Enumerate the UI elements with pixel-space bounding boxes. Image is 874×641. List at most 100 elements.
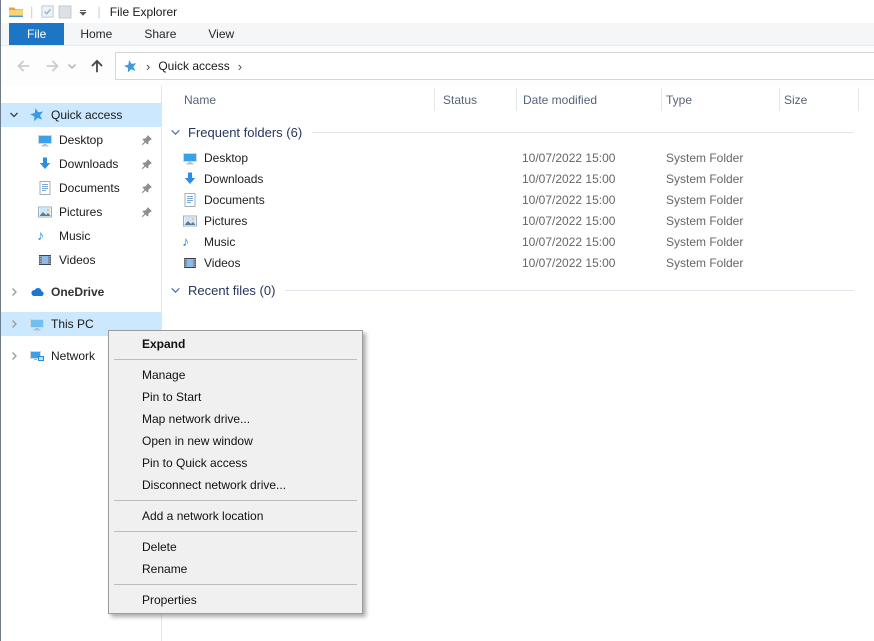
- breadcrumb-separator-icon[interactable]: ›: [238, 59, 242, 74]
- chevron-right-icon[interactable]: [9, 319, 19, 329]
- sidebar-item-quick-access[interactable]: Quick access: [1, 103, 161, 127]
- file-date-modified: 10/07/2022 15:00: [522, 214, 615, 228]
- menu-separator: [114, 500, 357, 501]
- menu-separator: [114, 584, 357, 585]
- menu-item-expand[interactable]: Expand: [109, 333, 362, 355]
- navigation-toolbar: › Quick access ›: [1, 46, 874, 86]
- desktop-icon: [182, 150, 198, 166]
- sidebar-item-videos[interactable]: Videos: [1, 248, 161, 272]
- sidebar-item-label: Quick access: [51, 108, 122, 122]
- file-name: Downloads: [204, 172, 263, 186]
- videos-icon: [182, 255, 198, 271]
- group-header-recent-files[interactable]: Recent files (0): [170, 280, 870, 300]
- file-row-desktop[interactable]: Desktop 10/07/2022 15:00 System Folder: [162, 148, 874, 169]
- up-arrow-icon[interactable]: [87, 56, 107, 76]
- pin-icon: [141, 134, 153, 149]
- pin-icon: [141, 182, 153, 197]
- file-type: System Folder: [666, 151, 743, 165]
- sidebar-item-music[interactable]: ♪ Music: [1, 224, 161, 248]
- sidebar-item-onedrive[interactable]: OneDrive: [1, 280, 161, 304]
- tab-file[interactable]: File: [9, 23, 64, 45]
- documents-icon: [37, 180, 53, 196]
- chevron-right-icon[interactable]: [9, 351, 19, 361]
- file-row-videos[interactable]: Videos 10/07/2022 15:00 System Folder: [162, 253, 874, 274]
- pin-icon: [141, 158, 153, 173]
- menu-item-pin-to-start[interactable]: Pin to Start: [109, 386, 362, 408]
- column-separator[interactable]: [779, 88, 780, 111]
- sidebar-item-label: Network: [51, 349, 95, 363]
- file-name: Desktop: [204, 151, 248, 165]
- column-header-date-modified[interactable]: Date modified: [523, 86, 597, 113]
- ribbon-tabs: File Home Share View: [1, 23, 874, 46]
- sidebar-item-downloads[interactable]: Downloads: [1, 152, 161, 176]
- menu-item-pin-to-quick-access[interactable]: Pin to Quick access: [109, 452, 362, 474]
- chevron-down-icon[interactable]: [170, 127, 181, 138]
- file-date-modified: 10/07/2022 15:00: [522, 256, 615, 270]
- column-header-status[interactable]: Status: [443, 86, 477, 113]
- group-count: (6): [286, 125, 302, 140]
- recent-dropdown-icon[interactable]: [65, 56, 79, 76]
- group-header-frequent-folders[interactable]: Frequent folders (6): [170, 122, 870, 142]
- sidebar-item-label: OneDrive: [51, 285, 104, 299]
- column-separator[interactable]: [516, 88, 517, 111]
- column-header-name[interactable]: Name: [184, 86, 216, 113]
- videos-icon: [37, 252, 53, 268]
- group-label: Recent files: [188, 283, 256, 298]
- sidebar-item-label: Music: [59, 229, 90, 243]
- tab-home[interactable]: Home: [64, 23, 128, 45]
- column-separator[interactable]: [661, 88, 662, 111]
- sidebar-item-label: Videos: [59, 253, 95, 267]
- qat-separator: |: [97, 4, 100, 19]
- file-row-music[interactable]: ♪ Music 10/07/2022 15:00 System Folder: [162, 232, 874, 253]
- network-icon: [29, 348, 45, 364]
- group-label: Frequent folders: [188, 125, 283, 140]
- breadcrumb-location[interactable]: Quick access: [158, 59, 229, 73]
- music-icon: ♪: [182, 234, 198, 250]
- tab-share[interactable]: Share: [128, 23, 192, 45]
- sidebar-item-documents[interactable]: Documents: [1, 176, 161, 200]
- menu-item-delete[interactable]: Delete: [109, 536, 362, 558]
- sidebar-item-pictures[interactable]: Pictures: [1, 200, 161, 224]
- menu-item-open-in-new-window[interactable]: Open in new window: [109, 430, 362, 452]
- menu-item-rename[interactable]: Rename: [109, 558, 362, 580]
- file-row-downloads[interactable]: Downloads 10/07/2022 15:00 System Folder: [162, 169, 874, 190]
- file-date-modified: 10/07/2022 15:00: [522, 172, 615, 186]
- desktop-icon: [37, 132, 53, 148]
- file-date-modified: 10/07/2022 15:00: [522, 193, 615, 207]
- sidebar-item-label: Desktop: [59, 133, 103, 147]
- chevron-down-icon[interactable]: [9, 110, 19, 120]
- menu-item-properties[interactable]: Properties: [109, 589, 362, 611]
- quick-access-star-icon: [123, 59, 138, 74]
- column-separator[interactable]: [434, 88, 435, 111]
- file-date-modified: 10/07/2022 15:00: [522, 151, 615, 165]
- column-separator[interactable]: [858, 88, 859, 111]
- chevron-down-icon[interactable]: [170, 285, 181, 296]
- file-row-pictures[interactable]: Pictures 10/07/2022 15:00 System Folder: [162, 211, 874, 232]
- downloads-icon: [182, 171, 198, 187]
- chevron-right-icon[interactable]: [9, 287, 19, 297]
- documents-icon: [182, 192, 198, 208]
- tab-view[interactable]: View: [192, 23, 250, 45]
- properties-check-icon[interactable]: [38, 3, 56, 21]
- file-row-documents[interactable]: Documents 10/07/2022 15:00 System Folder: [162, 190, 874, 211]
- qat-separator: |: [30, 4, 33, 19]
- back-arrow-icon[interactable]: [13, 56, 33, 76]
- new-item-icon[interactable]: [56, 3, 74, 21]
- explorer-logo-icon: [7, 3, 25, 21]
- menu-item-disconnect-network-drive[interactable]: Disconnect network drive...: [109, 474, 362, 496]
- sidebar-item-desktop[interactable]: Desktop: [1, 128, 161, 152]
- pin-icon: [141, 206, 153, 221]
- qat-dropdown-icon[interactable]: [74, 3, 92, 21]
- window-title: File Explorer: [110, 5, 177, 19]
- pictures-icon: [37, 204, 53, 220]
- group-rule: [312, 132, 854, 133]
- address-bar[interactable]: › Quick access ›: [115, 52, 874, 80]
- menu-item-map-network-drive[interactable]: Map network drive...: [109, 408, 362, 430]
- column-header-type[interactable]: Type: [666, 86, 692, 113]
- column-header-size[interactable]: Size: [784, 86, 807, 113]
- quick-access-star-icon: [29, 107, 45, 123]
- forward-arrow-icon[interactable]: [43, 56, 63, 76]
- menu-separator: [114, 531, 357, 532]
- menu-item-add-network-location[interactable]: Add a network location: [109, 505, 362, 527]
- menu-item-manage[interactable]: Manage: [109, 364, 362, 386]
